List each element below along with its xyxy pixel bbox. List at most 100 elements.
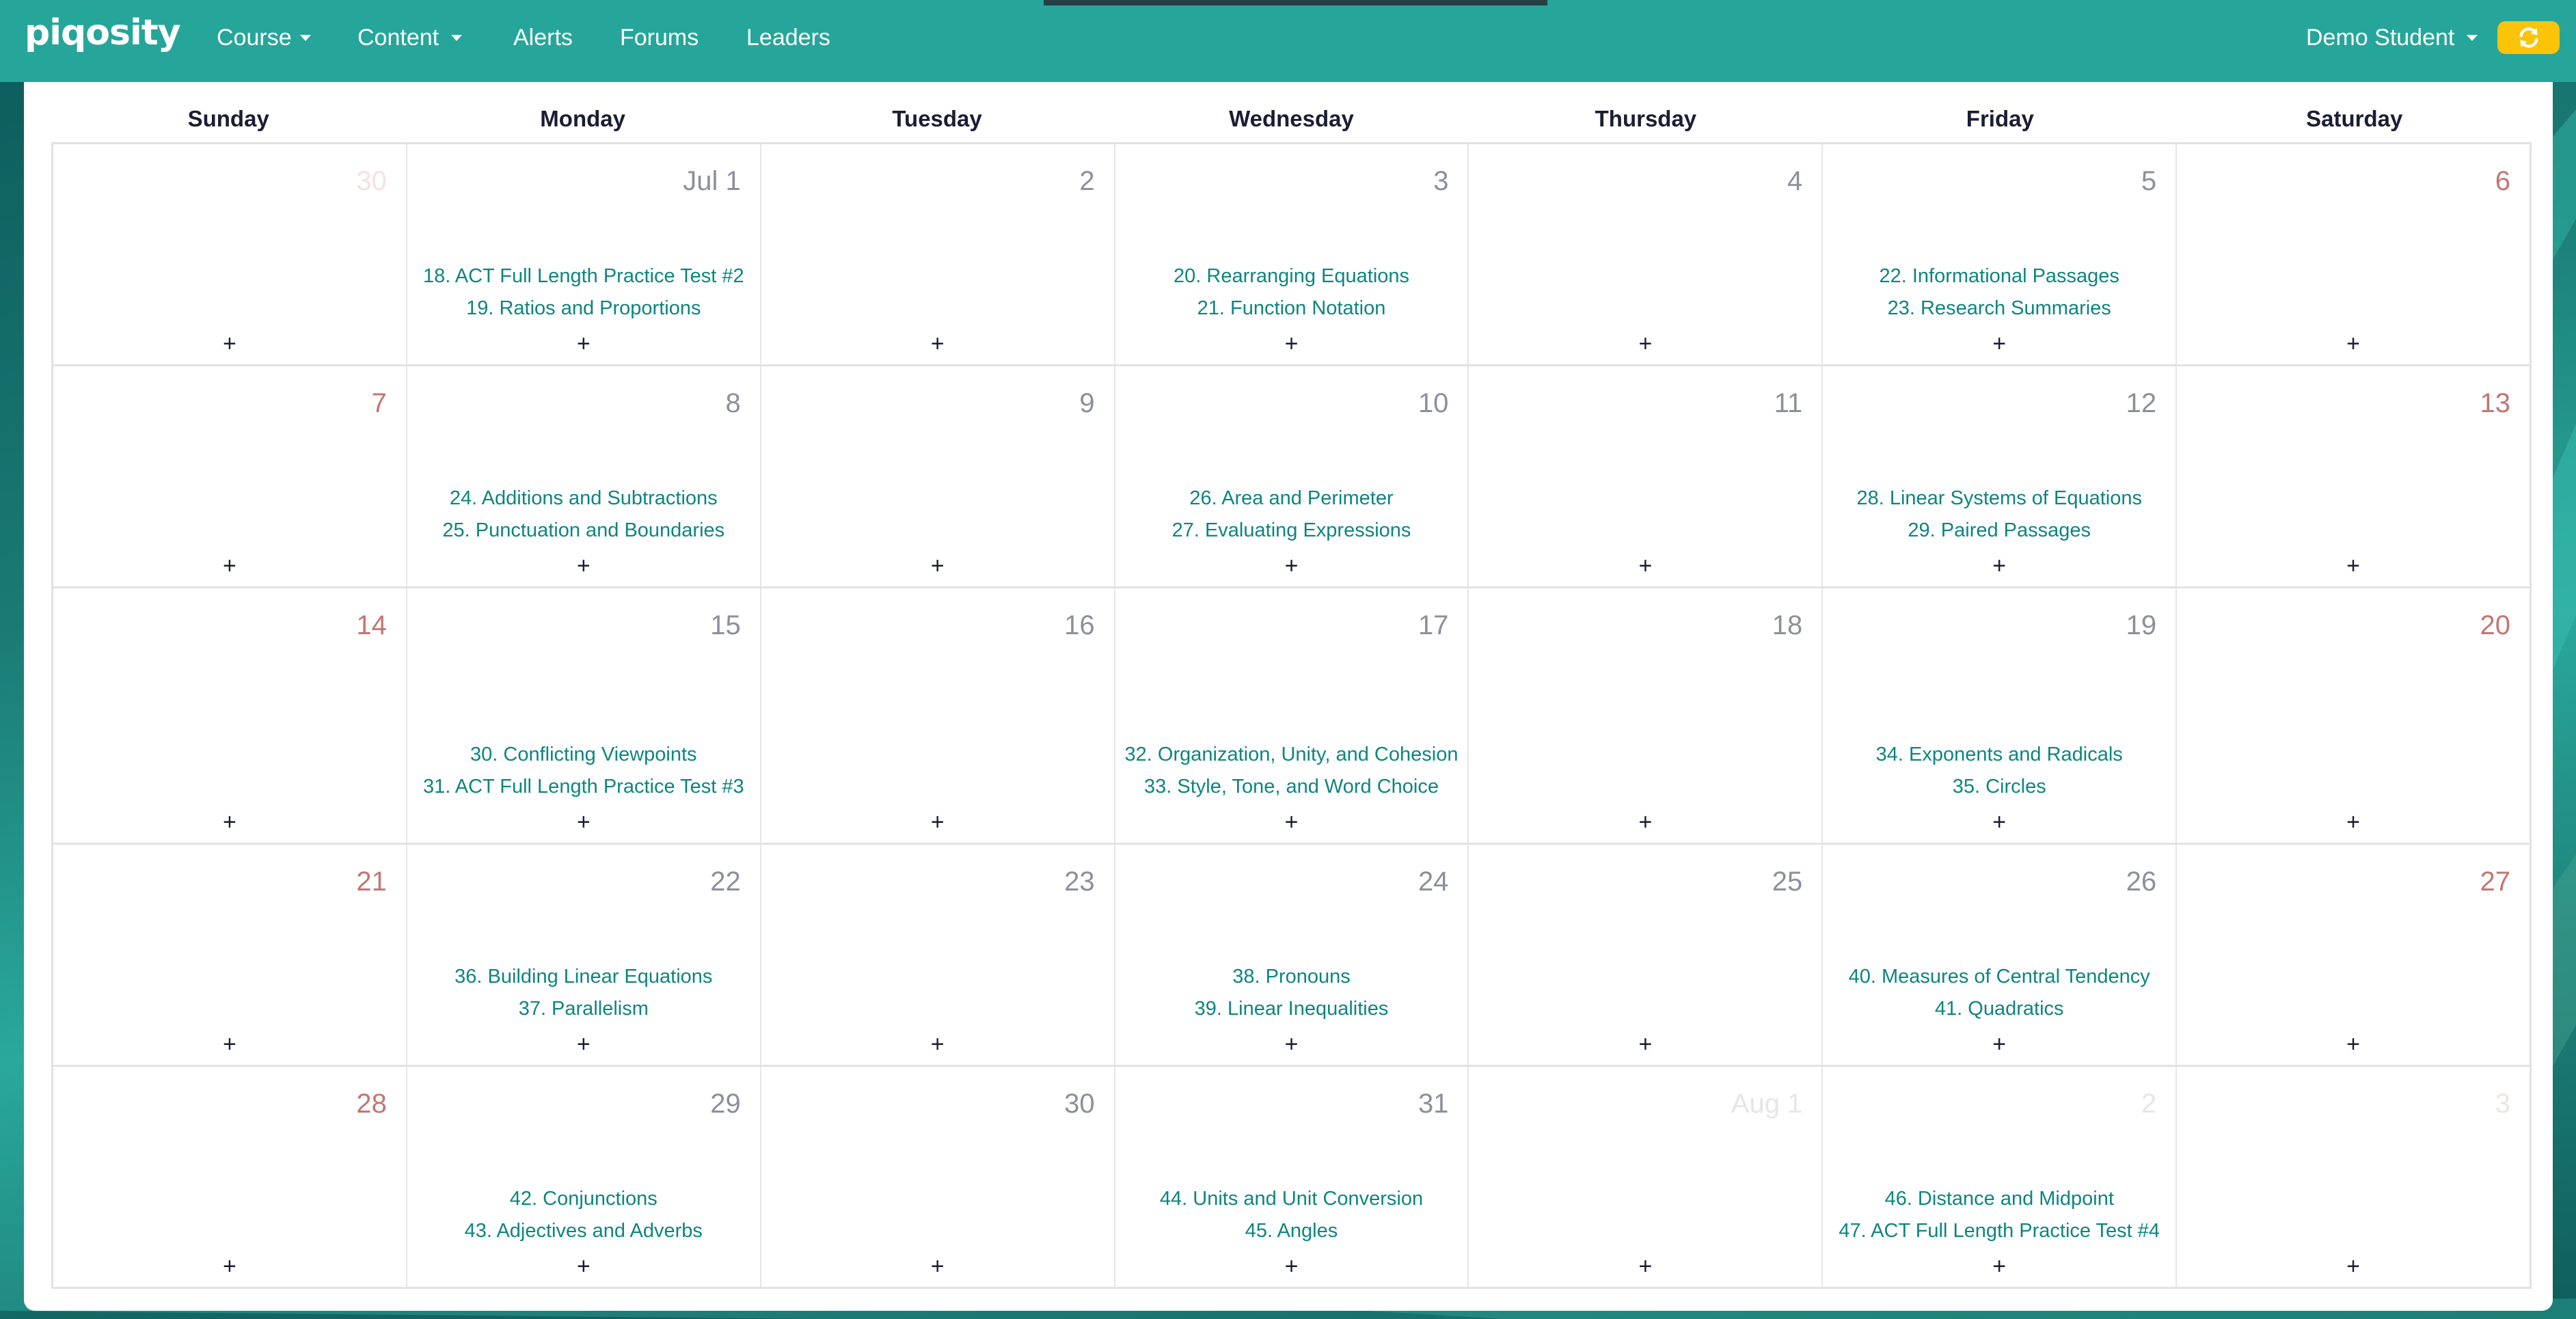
add-event-button[interactable]: + [2177, 808, 2530, 836]
add-event-button[interactable]: + [53, 808, 406, 836]
calendar-day-cell[interactable]: 31 44. Units and Unit Conversion 45. Angle… [1115, 1067, 1469, 1287]
add-event-button[interactable]: + [53, 552, 406, 580]
add-event-button[interactable]: + [2177, 1031, 2530, 1058]
lesson-event-link[interactable]: 31. ACT Full Length Practice Test #3 [407, 771, 760, 803]
calendar-day-cell[interactable]: 10 26. Area and Perimeter 27. Evaluating E… [1115, 366, 1469, 586]
calendar-day-cell[interactable]: 3 + [2177, 1067, 2530, 1287]
add-event-button[interactable]: + [761, 808, 1114, 836]
calendar-day-cell[interactable]: 22 36. Building Linear Equations 37. Paral… [407, 845, 761, 1065]
calendar-day-cell[interactable]: 20 + [2177, 588, 2530, 843]
brand-logo[interactable]: piqosity [25, 12, 181, 53]
user-menu-dropdown[interactable]: Demo Student [2306, 25, 2478, 51]
calendar-day-cell[interactable]: 15 30. Conflicting Viewpoints 31. ACT Full… [407, 588, 761, 843]
calendar-day-cell[interactable]: 2 + [761, 144, 1115, 364]
add-event-button[interactable]: + [1823, 552, 2175, 580]
lesson-event-link[interactable]: 20. Rearranging Equations [1115, 260, 1468, 293]
calendar-day-cell[interactable]: 11 + [1469, 366, 1823, 586]
lesson-event-link[interactable]: 45. Angles [1115, 1215, 1468, 1247]
add-event-button[interactable]: + [53, 1253, 406, 1280]
sync-button[interactable] [2497, 21, 2560, 54]
add-event-button[interactable]: + [1115, 1031, 1468, 1058]
lesson-event-link[interactable]: 40. Measures of Central Tendency [1823, 961, 2175, 993]
calendar-day-cell[interactable]: 25 + [1469, 845, 1823, 1065]
lesson-event-link[interactable]: 43. Adjectives and Adverbs [407, 1215, 760, 1247]
calendar-day-cell[interactable]: 7 + [53, 366, 407, 586]
add-event-button[interactable]: + [761, 1253, 1114, 1280]
add-event-button[interactable]: + [1115, 552, 1468, 580]
lesson-event-link[interactable]: 21. Function Notation [1115, 293, 1468, 325]
calendar-day-cell[interactable]: 21 + [53, 845, 407, 1065]
add-event-button[interactable]: + [407, 552, 760, 580]
add-event-button[interactable]: + [407, 1031, 760, 1058]
add-event-button[interactable]: + [1823, 1253, 2175, 1280]
lesson-event-link[interactable]: 47. ACT Full Length Practice Test #4 [1823, 1215, 2175, 1247]
calendar-day-cell[interactable]: Jul 1 18. ACT Full Length Practice Test #… [407, 144, 761, 364]
calendar-day-cell[interactable]: 19 34. Exponents and Radicals 35. Circles + [1823, 588, 2178, 843]
calendar-day-cell[interactable]: 29 42. Conjunctions 43. Adjectives and Adv… [407, 1067, 761, 1287]
lesson-event-link[interactable]: 34. Exponents and Radicals [1823, 739, 2175, 771]
add-event-button[interactable]: + [761, 552, 1114, 580]
lesson-event-link[interactable]: 22. Informational Passages [1823, 260, 2175, 293]
lesson-event-link[interactable]: 38. Pronouns [1115, 961, 1468, 993]
calendar-day-cell[interactable]: 18 + [1469, 588, 1823, 843]
calendar-day-cell[interactable]: 8 24. Additions and Subtractions 25. Punct… [407, 366, 761, 586]
add-event-button[interactable]: + [407, 330, 760, 357]
add-event-button[interactable]: + [1115, 330, 1468, 357]
add-event-button[interactable]: + [407, 808, 760, 836]
add-event-button[interactable]: + [1469, 1031, 1821, 1058]
calendar-day-cell[interactable]: 2 46. Distance and Midpoint 47. ACT Full L… [1823, 1067, 2178, 1287]
lesson-event-link[interactable]: 37. Parallelism [407, 993, 760, 1025]
add-event-button[interactable]: + [53, 330, 406, 357]
add-event-button[interactable]: + [1823, 1031, 2175, 1058]
lesson-event-link[interactable]: 30. Conflicting Viewpoints [407, 739, 760, 771]
lesson-event-link[interactable]: 36. Building Linear Equations [407, 961, 760, 993]
nav-alerts-link[interactable]: Alerts [513, 25, 573, 51]
calendar-day-cell[interactable]: Aug 1 + [1469, 1067, 1823, 1287]
calendar-day-cell[interactable]: 14 + [53, 588, 407, 843]
add-event-button[interactable]: + [2177, 330, 2530, 357]
lesson-event-link[interactable]: 46. Distance and Midpoint [1823, 1183, 2175, 1215]
add-event-button[interactable]: + [407, 1253, 760, 1280]
add-event-button[interactable]: + [2177, 552, 2530, 580]
nav-leaders-link[interactable]: Leaders [746, 25, 830, 51]
lesson-event-link[interactable]: 27. Evaluating Expressions [1115, 515, 1468, 547]
lesson-event-link[interactable]: 26. Area and Perimeter [1115, 482, 1468, 515]
calendar-day-cell[interactable]: 13 + [2177, 366, 2530, 586]
add-event-button[interactable]: + [1469, 808, 1821, 836]
calendar-day-cell[interactable]: 5 22. Informational Passages 23. Research … [1823, 144, 2178, 364]
lesson-event-link[interactable]: 19. Ratios and Proportions [407, 293, 760, 325]
calendar-day-cell[interactable]: 24 38. Pronouns 39. Linear Inequalities + [1115, 845, 1469, 1065]
calendar-day-cell[interactable]: 12 28. Linear Systems of Equations 29. Pai… [1823, 366, 2178, 586]
lesson-event-link[interactable]: 25. Punctuation and Boundaries [407, 515, 760, 547]
add-event-button[interactable]: + [1469, 330, 1821, 357]
lesson-event-link[interactable]: 35. Circles [1823, 771, 2175, 803]
add-event-button[interactable]: + [1115, 1253, 1468, 1280]
calendar-day-cell[interactable]: 30 + [761, 1067, 1115, 1287]
calendar-day-cell[interactable]: 28 + [53, 1067, 407, 1287]
nav-course-dropdown[interactable]: Course [217, 25, 311, 51]
calendar-day-cell[interactable]: 23 + [761, 845, 1115, 1065]
lesson-event-link[interactable]: 28. Linear Systems of Equations [1823, 482, 2175, 515]
lesson-event-link[interactable]: 23. Research Summaries [1823, 293, 2175, 325]
lesson-event-link[interactable]: 33. Style, Tone, and Word Choice [1115, 771, 1468, 803]
add-event-button[interactable]: + [1823, 330, 2175, 357]
lesson-event-link[interactable]: 29. Paired Passages [1823, 515, 2175, 547]
add-event-button[interactable]: + [1469, 1253, 1821, 1280]
lesson-event-link[interactable]: 24. Additions and Subtractions [407, 482, 760, 515]
add-event-button[interactable]: + [1823, 808, 2175, 836]
lesson-event-link[interactable]: 39. Linear Inequalities [1115, 993, 1468, 1025]
calendar-day-cell[interactable]: 17 32. Organization, Unity, and Cohesion 3… [1115, 588, 1469, 843]
calendar-day-cell[interactable]: 16 + [761, 588, 1115, 843]
calendar-day-cell[interactable]: 4 + [1469, 144, 1823, 364]
add-event-button[interactable]: + [1115, 808, 1468, 836]
calendar-day-cell[interactable]: 30 + [53, 144, 407, 364]
calendar-day-cell[interactable]: 6 + [2177, 144, 2530, 364]
add-event-button[interactable]: + [1469, 552, 1821, 580]
nav-forums-link[interactable]: Forums [620, 25, 699, 51]
add-event-button[interactable]: + [761, 1031, 1114, 1058]
lesson-event-link[interactable]: 18. ACT Full Length Practice Test #2 [407, 260, 760, 293]
calendar-day-cell[interactable]: 3 20. Rearranging Equations 21. Function N… [1115, 144, 1469, 364]
calendar-day-cell[interactable]: 9 + [761, 366, 1115, 586]
lesson-event-link[interactable]: 32. Organization, Unity, and Cohesion [1115, 739, 1468, 771]
add-event-button[interactable]: + [53, 1031, 406, 1058]
